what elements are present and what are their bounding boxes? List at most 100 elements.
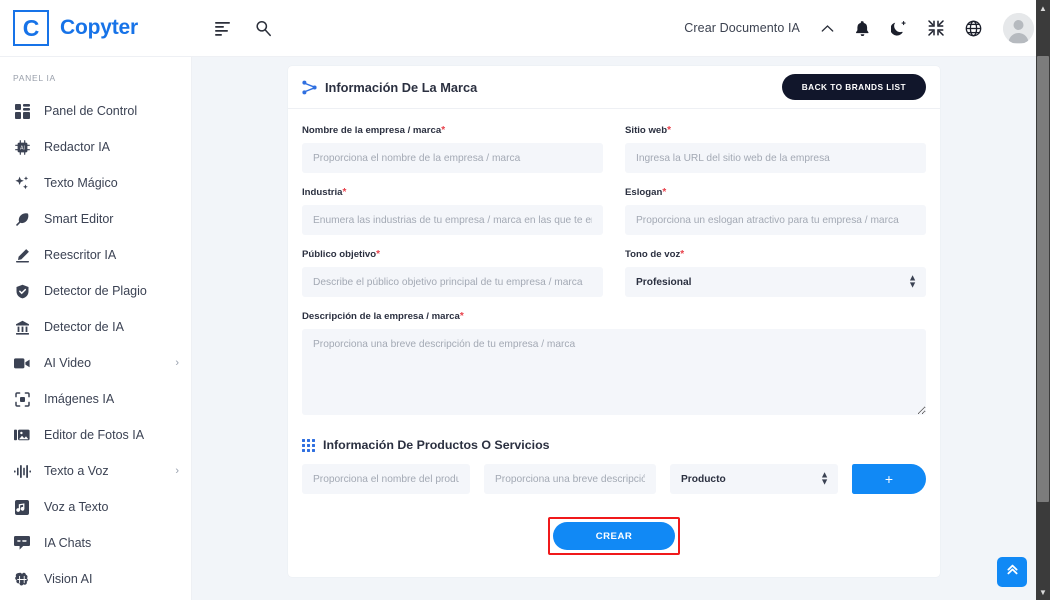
field-tone-of-voice: Tono de voz* Profesional ▲ ▼ [625,249,926,297]
crear-button[interactable]: CREAR [553,522,675,550]
bell-icon[interactable] [855,20,870,37]
brain-icon [13,570,31,588]
sidebar-item-ia-chats[interactable]: IA Chats [0,525,191,561]
back-to-brands-list-button[interactable]: BACK TO BRANDS LIST [781,74,926,100]
sidebar-item-label: Redactor IA [44,140,111,154]
sparkles-icon [13,174,31,192]
form-row-2: Industria* Eslogan* [302,187,926,249]
add-product-button[interactable]: + [852,464,926,494]
photo-edit-icon [13,426,31,444]
shield-check-icon [13,282,31,300]
field-slogan: Eslogan* [625,187,926,235]
sidebar-item-label: Detector de IA [44,320,124,334]
chevron-right-icon: › [175,465,179,477]
field-description: Descripción de la empresa / marca* [302,311,926,420]
description-textarea[interactable] [302,329,926,415]
dashboard-icon [13,102,31,120]
main-content: Información De La Marca BACK TO BRANDS L… [192,57,1050,600]
website-input[interactable] [625,143,926,173]
sidebar-item-editor-de-fotos-ia[interactable]: Editor de Fotos IA [0,417,191,453]
field-website: Sitio web* [625,125,926,173]
align-left-icon[interactable] [214,21,231,36]
slogan-input[interactable] [625,205,926,235]
sidebar-item-detector-de-ia[interactable]: Detector de IA [0,309,191,345]
sidebar: PANEL IA Panel de Control AI Redactor IA… [0,57,192,600]
sidebar-item-vision-ai[interactable]: Vision AI [0,561,191,597]
bank-icon [13,318,31,336]
label-text: Nombre de la empresa / marca [302,125,442,136]
scrollbar-thumb[interactable] [1037,56,1049,502]
brand-info-card-header: Información De La Marca BACK TO BRANDS L… [288,66,940,109]
moon-icon[interactable] [891,20,907,37]
label-text: Público objetivo [302,249,377,260]
sidebar-item-ai-video[interactable]: AI Video › [0,345,191,381]
chevron-right-icon: › [175,357,179,369]
sidebar-item-label: Detector de Plagio [44,284,147,298]
field-company-name: Nombre de la empresa / marca* [302,125,603,173]
brand-info-form: Nombre de la empresa / marca* Sitio web* [288,109,940,577]
company-name-label: Nombre de la empresa / marca* [302,125,603,136]
product-name-input[interactable] [302,464,470,494]
grid-dots-icon [302,438,315,452]
scrollbar-down-arrow[interactable]: ▼ [1036,585,1050,599]
target-audience-label: Público objetivo* [302,249,603,260]
sidebar-item-redactor-ia[interactable]: AI Redactor IA [0,129,191,165]
required-marker: * [376,249,380,260]
create-document-button[interactable]: Crear Documento IA [684,21,800,35]
sidebar-item-label: Reescritor IA [44,248,117,262]
chevron-up-icon[interactable] [821,24,834,33]
image-frame-icon [13,390,31,408]
tone-of-voice-select-wrap: Profesional ▲ ▼ [625,267,926,297]
page-title: Información De La Marca [325,79,478,95]
sidebar-item-imagenes-ia[interactable]: Imágenes IA [0,381,191,417]
submit-area: CREAR [302,517,926,565]
form-row-3: Público objetivo* Tono de voz* Profesion… [302,249,926,311]
pencil-icon [13,246,31,264]
music-note-icon [13,498,31,516]
sidebar-item-label: Texto Mágico [44,176,118,190]
sidebar-item-voz-a-texto[interactable]: Voz a Texto [0,489,191,525]
target-audience-input[interactable] [302,267,603,297]
avatar[interactable] [1003,12,1034,44]
sidebar-item-label: AI Video [44,356,92,370]
share-branch-icon [302,80,317,95]
tone-of-voice-label: Tono de voz* [625,249,926,260]
product-type-select[interactable]: Producto [670,464,838,494]
sidebar-item-reescritor-ia[interactable]: Reescritor IA [0,237,191,273]
industry-input[interactable] [302,205,603,235]
ai-chip-icon: AI [13,138,31,156]
sidebar-item-label: Editor de Fotos IA [44,428,145,442]
globe-icon[interactable] [965,20,982,37]
field-industry: Industria* [302,187,603,235]
sidebar-item-texto-magico[interactable]: Texto Mágico [0,165,191,201]
scrollbar-up-arrow[interactable]: ▲ [1036,1,1050,15]
avatar-image [1003,12,1034,44]
chat-icon [13,534,31,552]
product-description-input[interactable] [484,464,656,494]
feather-icon [13,210,31,228]
required-marker: * [459,311,464,322]
topbar-right-icons: Crear Documento IA [684,12,1050,44]
product-type-select-wrap: Producto ▲ ▼ [670,464,838,494]
scroll-to-top-button[interactable] [997,557,1027,587]
video-icon [13,354,31,372]
required-marker: * [662,187,667,198]
sidebar-item-label: Voz a Texto [44,500,109,514]
waveform-icon [13,462,31,480]
sidebar-item-panel-de-control[interactable]: Panel de Control [0,93,191,129]
page-scrollbar[interactable]: ▲ ▼ [1036,0,1050,600]
tone-of-voice-select[interactable]: Profesional [625,267,926,297]
sidebar-item-detector-de-plagio[interactable]: Detector de Plagio [0,273,191,309]
sidebar-item-label: Texto a Voz [44,464,109,478]
sidebar-item-smart-editor[interactable]: Smart Editor [0,201,191,237]
search-icon[interactable] [255,20,272,37]
brand-info-card: Información De La Marca BACK TO BRANDS L… [288,66,940,577]
company-name-input[interactable] [302,143,603,173]
compress-icon[interactable] [928,20,944,36]
submit-highlight-box: CREAR [548,517,680,555]
label-text: Eslogan [625,187,663,198]
sidebar-section-label: PANEL IA [13,73,56,83]
topbar-left-icons [214,20,272,37]
sidebar-item-texto-a-voz[interactable]: Texto a Voz › [0,453,191,489]
brand-logo[interactable]: C Copyter [0,10,192,46]
